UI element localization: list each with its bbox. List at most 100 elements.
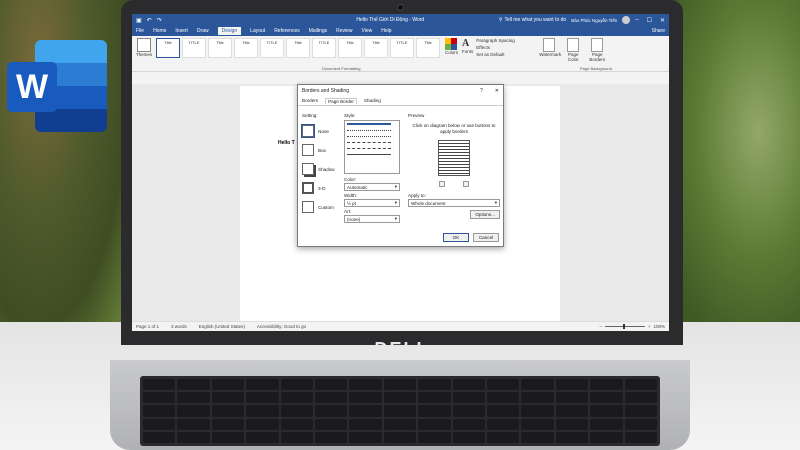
help-icon[interactable]: ?	[480, 88, 483, 94]
zoom-control[interactable]: − + 100%	[599, 324, 665, 329]
keyboard-key	[452, 392, 485, 404]
apply-to-dropdown[interactable]: Whole document ▾	[408, 199, 500, 207]
watermark-icon	[543, 38, 556, 52]
setting-custom[interactable]: Custom	[302, 201, 340, 213]
colors-icon	[445, 38, 457, 50]
avatar[interactable]	[622, 16, 631, 24]
setting-3d[interactable]: 3-D	[302, 182, 340, 194]
style-option[interactable]	[347, 130, 391, 131]
style-option[interactable]	[347, 123, 391, 125]
zoom-slider[interactable]	[604, 324, 645, 329]
color-label: Color:	[344, 177, 357, 182]
maximize-button[interactable]: ☐	[647, 17, 652, 24]
language[interactable]: English (United States)	[199, 324, 245, 329]
keyboard-key	[246, 379, 279, 391]
dialog-close-button[interactable]: ✕	[495, 88, 499, 94]
style-item[interactable]: TITLE	[312, 38, 336, 58]
tab-layout[interactable]: Layout	[250, 28, 265, 34]
style-item[interactable]: Title	[156, 38, 180, 58]
setting-none[interactable]: None	[301, 124, 340, 138]
word-count[interactable]: 3 words	[171, 324, 187, 329]
art-value: (none)	[347, 216, 361, 222]
style-list[interactable]	[344, 120, 400, 174]
style-option[interactable]	[347, 154, 391, 155]
style-option[interactable]	[347, 142, 391, 143]
paragraph-spacing-button[interactable]: Paragraph Spacing	[476, 38, 536, 43]
style-item[interactable]: TITLE	[182, 38, 206, 58]
minimize-button[interactable]: –	[635, 17, 638, 24]
tell-me-search[interactable]: ⚲ Tell me what you want to do	[499, 17, 566, 23]
page-color-button[interactable]: Page Color	[563, 38, 583, 62]
zoom-in-icon[interactable]: +	[648, 324, 651, 329]
set-default-button[interactable]: Set as Default	[476, 52, 536, 57]
brand-logo: DELL	[374, 339, 430, 359]
keyboard-key	[177, 392, 210, 404]
close-button[interactable]: ✕	[660, 17, 665, 24]
color-dropdown[interactable]: Automatic ▾	[344, 183, 400, 191]
tab-mailings[interactable]: Mailings	[309, 28, 327, 34]
style-item[interactable]: TITLE	[390, 38, 414, 58]
cancel-button[interactable]: Cancel	[473, 233, 499, 242]
keyboard-key	[487, 431, 520, 443]
style-item[interactable]: Title	[416, 38, 440, 58]
keyboard-key	[349, 392, 382, 404]
options-button[interactable]: Options...	[470, 210, 500, 219]
colors-button[interactable]: Colors	[445, 38, 458, 55]
tab-review[interactable]: Review	[336, 28, 352, 34]
style-item[interactable]: Title	[234, 38, 258, 58]
preview-note: Click on diagram below or use buttons to…	[412, 123, 496, 134]
right-border-button[interactable]	[463, 181, 469, 187]
bottom-border-button[interactable]	[439, 181, 445, 187]
style-item[interactable]: Title	[338, 38, 362, 58]
page-count[interactable]: Page 1 of 1	[136, 324, 159, 329]
document-text[interactable]: Hello T	[278, 140, 295, 146]
page-borders-button[interactable]: Page Borders	[587, 38, 607, 62]
tab-draw[interactable]: Draw	[197, 28, 209, 34]
effects-button[interactable]: Effects	[476, 45, 536, 50]
art-dropdown[interactable]: (none) ▾	[344, 215, 400, 223]
setting-custom-icon	[302, 201, 314, 213]
accessibility[interactable]: Accessibility: Good to go	[257, 324, 306, 329]
keyboard-key	[177, 418, 210, 430]
style-item[interactable]: Title	[208, 38, 232, 58]
ribbon-tabs: File Home Insert Draw Design Layout Refe…	[132, 26, 669, 36]
chevron-down-icon: ▾	[394, 216, 397, 221]
tab-insert[interactable]: Insert	[175, 28, 188, 34]
tab-borders[interactable]: Borders	[302, 98, 318, 104]
style-option[interactable]	[347, 148, 391, 149]
save-icon[interactable]: ▣	[136, 17, 142, 24]
zoom-out-icon[interactable]: −	[599, 324, 602, 329]
style-label: Style:	[344, 113, 356, 118]
tab-references[interactable]: References	[274, 28, 300, 34]
undo-icon[interactable]: ↶	[147, 17, 152, 24]
style-item[interactable]: TITLE	[260, 38, 284, 58]
zoom-level[interactable]: 100%	[653, 324, 665, 329]
share-button[interactable]: Share	[652, 28, 665, 34]
redo-icon[interactable]: ↷	[157, 17, 162, 24]
style-item[interactable]: Title	[286, 38, 310, 58]
style-item[interactable]: Title	[364, 38, 388, 58]
zoom-thumb[interactable]	[622, 324, 625, 329]
themes-button[interactable]: Themes	[135, 38, 153, 57]
width-label: Width:	[344, 193, 358, 198]
tab-page-border[interactable]: Page Border	[325, 98, 357, 104]
width-dropdown[interactable]: ½ pt ▾	[344, 199, 400, 207]
tab-home[interactable]: Home	[153, 28, 166, 34]
user-name[interactable]: Bảo Phúc Nguyễn Tiến	[571, 18, 617, 23]
keyboard-key	[280, 418, 313, 430]
tab-design[interactable]: Design	[217, 27, 242, 35]
watermark-button[interactable]: Watermark	[539, 38, 561, 62]
ok-button[interactable]: OK	[443, 233, 469, 242]
tab-shading[interactable]: Shading	[364, 98, 381, 104]
laptop-keyboard	[140, 376, 660, 446]
tab-view[interactable]: View	[362, 28, 373, 34]
setting-shadow[interactable]: Shadow	[302, 163, 340, 175]
tab-help[interactable]: Help	[381, 28, 391, 34]
tab-file[interactable]: File	[136, 28, 144, 34]
preview-diagram[interactable]	[438, 140, 470, 176]
style-option[interactable]	[347, 136, 391, 137]
fonts-button[interactable]: A Fonts	[462, 38, 473, 55]
art-label: Art:	[344, 209, 352, 214]
setting-box[interactable]: Box	[302, 144, 340, 156]
keyboard-key	[315, 392, 348, 404]
